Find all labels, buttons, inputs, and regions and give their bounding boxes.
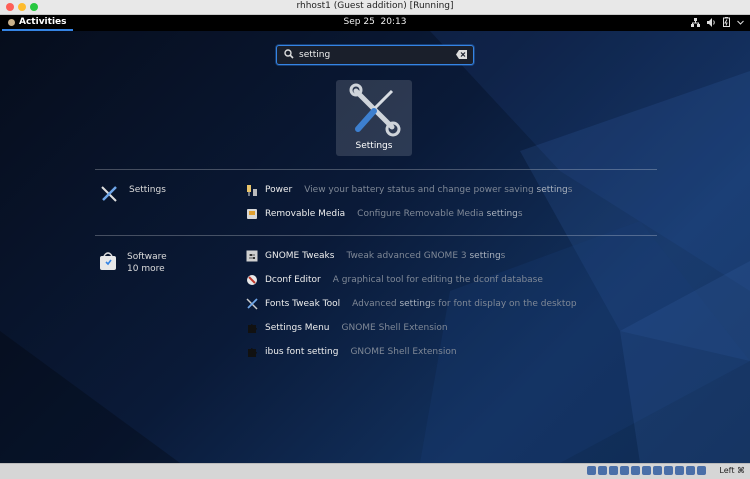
dconf-editor-icon [245,273,259,287]
video-capture-icon[interactable] [664,466,673,475]
result-description: Tweak advanced GNOME 3 settings [346,251,506,261]
system-tray [691,17,744,27]
search-icon [284,49,294,59]
result-name: Power [265,185,293,195]
divider [95,169,657,170]
usb-icon[interactable] [631,466,640,475]
gnome-top-bar: Activities Sep 25 20:13 [0,15,750,31]
clock: Sep 25 20:13 [0,17,750,27]
keyboard-icon[interactable] [697,466,706,475]
activities-button[interactable]: Activities [2,15,73,31]
result-name: Removable Media [265,209,346,219]
more-results-link[interactable]: 10 more [127,263,167,275]
result-name: Dconf Editor [265,275,321,285]
volume-icon[interactable] [707,17,716,27]
result-name: GNOME Tweaks [265,251,335,261]
clock-date[interactable]: Sep 25 [344,17,375,27]
result-name: Settings Menu [265,323,330,333]
app-result-settings[interactable]: Settings [336,80,412,156]
result-description: GNOME Shell Extension [341,323,448,333]
result-description: Advanced settings for font display on th… [352,299,577,309]
vm-device-icons [587,466,706,475]
puzzle-icon [245,345,259,359]
gnome-tweaks-icon [245,249,259,263]
shared-folders-icon[interactable] [642,466,651,475]
divider [95,235,657,236]
cpu-icon[interactable] [675,466,684,475]
power-icon [245,183,259,197]
search-entry[interactable] [276,45,474,65]
window-title: rhhost1 (Guest addition) [Running] [296,1,454,11]
display-icon[interactable] [653,466,662,475]
provider-name: Settings [129,185,166,195]
search-result-removable-media[interactable]: Removable Media Configure Removable Medi… [245,206,523,222]
result-description: View your battery status and change powe… [304,185,573,195]
search-input[interactable] [299,48,439,61]
removable-media-icon [245,207,259,221]
activities-logo-icon [8,18,15,26]
settings-provider-icon [101,186,117,202]
clear-search-icon[interactable] [456,50,467,59]
audio-icon[interactable] [609,466,618,475]
puzzle-icon [245,321,259,335]
activities-overview: Settings Settings Power View your batter… [0,31,750,463]
provider-settings[interactable]: Settings [99,184,166,204]
vm-status-bar: Left ⌘ [0,463,750,479]
result-description: GNOME Shell Extension [350,347,457,357]
system-menu-chevron-icon[interactable] [737,19,744,26]
settings-app-icon [349,83,401,137]
software-provider-icon [100,252,116,270]
app-result-label: Settings [355,141,393,151]
search-result-dconf-editor[interactable]: Dconf Editor A graphical tool for editin… [245,272,543,288]
provider-software[interactable]: Software 10 more [99,251,167,275]
window-titlebar: rhhost1 (Guest addition) [Running] [0,0,750,15]
result-description: A graphical tool for editing the dconf d… [332,275,543,285]
result-description: Configure Removable Media settings [357,209,523,219]
result-name: ibus font setting [265,347,339,357]
host-key-indicator[interactable]: Left ⌘ [719,466,745,475]
mouse-integration-icon[interactable] [686,466,695,475]
hard-disk-icon[interactable] [587,466,596,475]
search-result-fonts-tweak-tool[interactable]: Fonts Tweak Tool Advanced settings for f… [245,296,577,312]
battery-icon[interactable] [723,17,730,27]
fonts-tweak-tool-icon [245,297,259,311]
activities-label: Activities [19,17,67,27]
provider-name: Software [127,252,167,262]
search-result-power[interactable]: Power View your battery status and chang… [245,182,572,198]
result-name: Fonts Tweak Tool [265,299,341,309]
search-result-gnome-tweaks[interactable]: GNOME Tweaks Tweak advanced GNOME 3 sett… [245,248,505,264]
clock-time[interactable]: 20:13 [381,17,407,27]
search-result-ibus-font-setting[interactable]: ibus font setting GNOME Shell Extension [245,344,457,360]
network-adapter-icon[interactable] [620,466,629,475]
optical-drive-icon[interactable] [598,466,607,475]
search-result-settings-menu[interactable]: Settings Menu GNOME Shell Extension [245,320,448,336]
network-icon[interactable] [691,17,700,27]
